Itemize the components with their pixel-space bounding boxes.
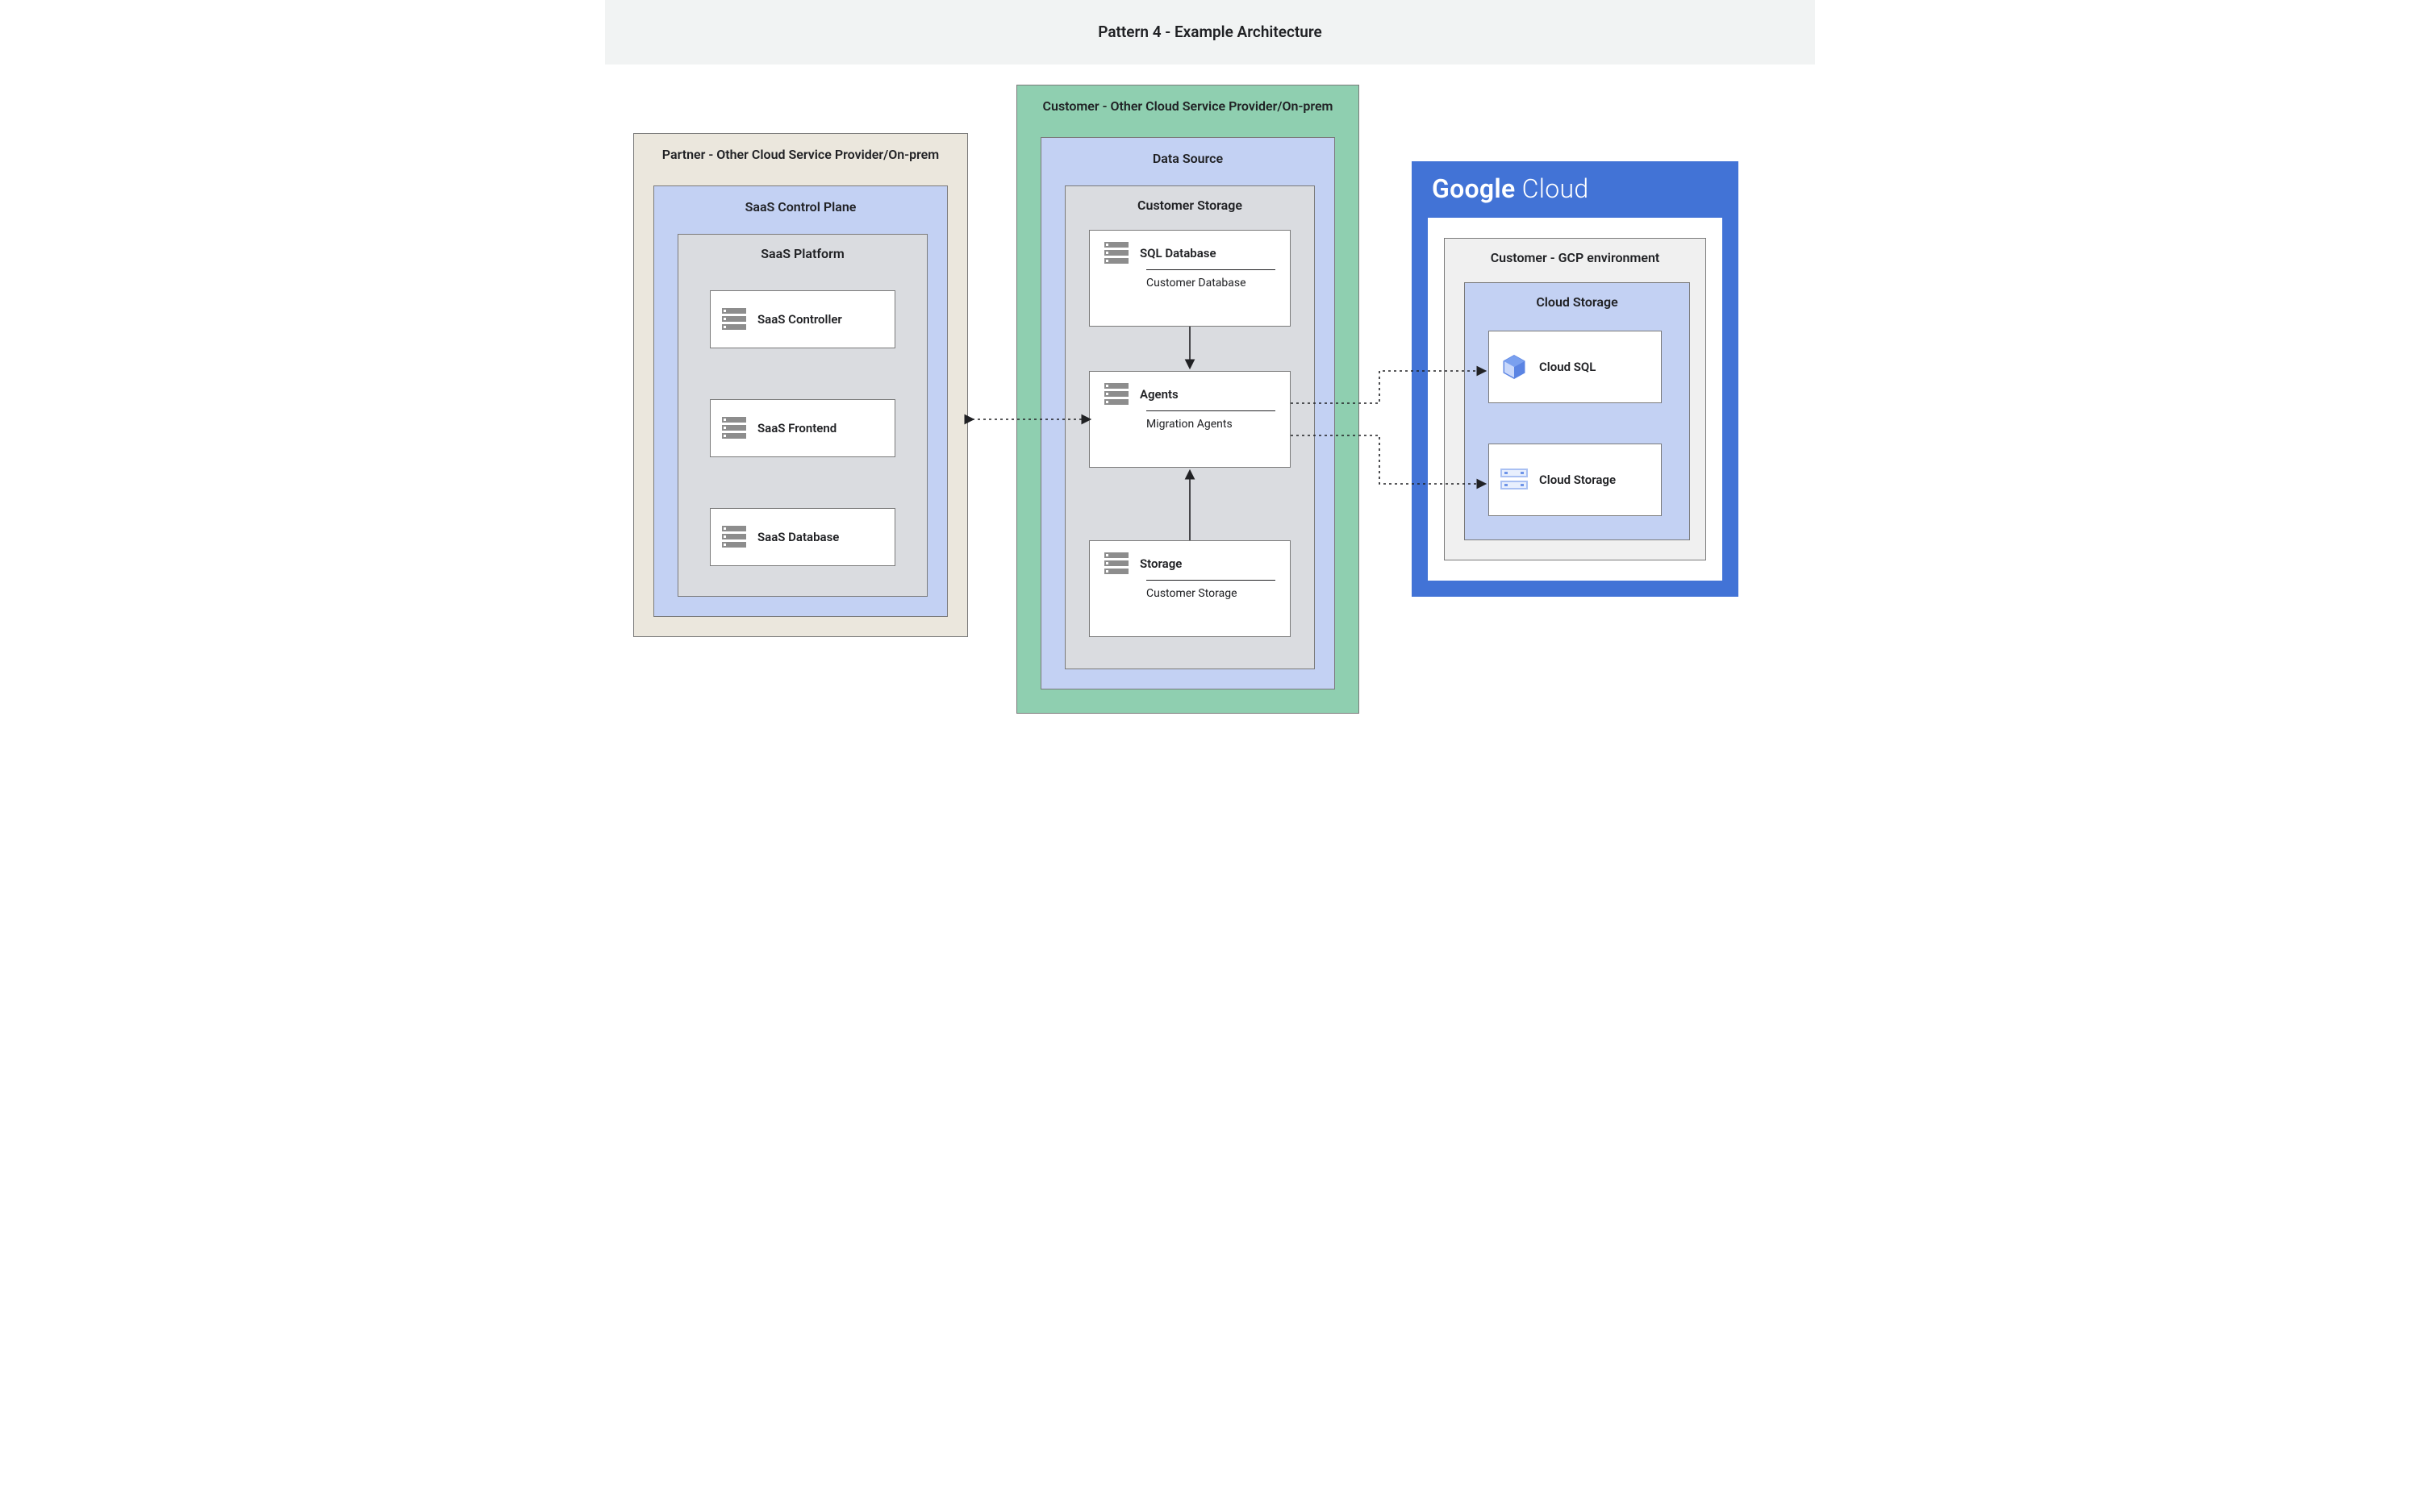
cloud-storage-label: Cloud Storage	[1539, 473, 1661, 487]
diagram-title-band: Pattern 4 - Example Architecture	[605, 0, 1815, 65]
google-cloud-logo: Google Cloud	[1432, 173, 1588, 204]
saas-frontend-label: SaaS Frontend	[757, 421, 895, 435]
cloud-sql-icon	[1500, 353, 1528, 381]
customer-inner-label: Customer Storage	[1066, 198, 1314, 213]
saas-controller-label: SaaS Controller	[757, 312, 895, 327]
sql-database-card: SQL Database Customer Database	[1089, 230, 1291, 327]
server-icon	[722, 417, 746, 439]
server-icon	[1104, 383, 1129, 406]
cloud-storage-icon	[1500, 469, 1528, 491]
partner-mid-label: SaaS Control Plane	[654, 199, 947, 215]
agents-sub: Migration Agents	[1146, 418, 1275, 431]
cloud-sql-label: Cloud SQL	[1539, 360, 1661, 374]
server-icon	[1104, 552, 1129, 575]
google-cloud-logo-light: Cloud	[1516, 173, 1589, 204]
customer-outer-label: Customer - Other Cloud Service Provider/…	[1017, 98, 1358, 114]
customer-mid-label: Data Source	[1041, 151, 1334, 166]
agents-card: Agents Migration Agents	[1089, 371, 1291, 468]
storage-title: Storage	[1140, 556, 1182, 571]
saas-frontend-card: SaaS Frontend	[710, 399, 895, 457]
storage-sub: Customer Storage	[1146, 587, 1275, 600]
server-icon	[722, 526, 746, 548]
sql-database-title: SQL Database	[1140, 246, 1216, 260]
cloud-sql-card: Cloud SQL	[1488, 331, 1662, 403]
server-icon	[1104, 242, 1129, 264]
saas-controller-card: SaaS Controller	[710, 290, 895, 348]
diagram-title: Pattern 4 - Example Architecture	[1098, 23, 1322, 41]
gcp-env-label: Customer - GCP environment	[1445, 250, 1705, 265]
gcp-storage-label: Cloud Storage	[1465, 294, 1689, 310]
storage-card: Storage Customer Storage	[1089, 540, 1291, 637]
partner-inner-label: SaaS Platform	[678, 246, 927, 261]
sql-database-sub: Customer Database	[1146, 277, 1275, 289]
google-cloud-logo-bold: Google	[1432, 173, 1516, 204]
partner-outer-label: Partner - Other Cloud Service Provider/O…	[634, 147, 967, 162]
server-icon	[722, 308, 746, 331]
saas-database-card: SaaS Database	[710, 508, 895, 566]
saas-database-label: SaaS Database	[757, 530, 895, 544]
diagram-canvas: Pattern 4 - Example Architecture Partner…	[605, 0, 1815, 756]
agents-title: Agents	[1140, 387, 1179, 402]
cloud-storage-card: Cloud Storage	[1488, 444, 1662, 516]
